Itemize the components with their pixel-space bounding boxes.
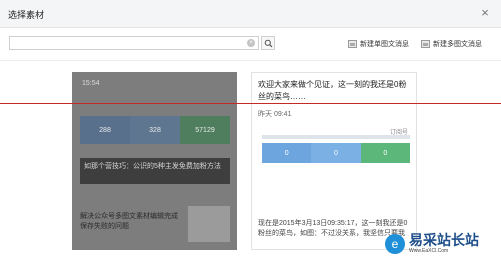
card-headline: 欢迎大家来做个见证，这一刻的我还是0粉丝的菜鸟…… [258,80,407,101]
card-time: 昨天 09:41 [258,111,292,118]
new-multi-article-label: 新建多图文消息 [433,41,482,48]
site-watermark: e 易采站长站 Www.EaXCl.Com [385,230,497,258]
card-caption: 如那个营技巧：公识的5种主发免费加粉方法 [80,158,230,184]
dialog-titlebar: 选择素材 × [0,0,501,28]
image-text-icon [421,40,430,48]
search-icon [264,39,273,48]
watermark-main: 易采站长站 [409,232,479,248]
material-card-single[interactable]: 欢迎大家来做个见证，这一刻的我还是0粉丝的菜鸟…… 昨天 09:41 订阅号 0… [251,72,417,250]
red-guide-line [0,103,501,104]
cover-stat: 288 [80,116,130,144]
stat-cell: 0 [262,143,312,163]
card-image-strip [262,135,410,139]
toolbar: × 新建单图文消息 新建多图文消息 [0,29,501,61]
image-text-icon [348,40,357,48]
cover-stat: 328 [130,116,180,144]
card-time: 15:54 [82,80,100,87]
card-sub-article-title: 解决公众号多图文素材编辑完成保存失败的问题 [80,213,178,230]
clear-icon[interactable]: × [247,39,255,47]
new-single-article-button[interactable]: 新建单图文消息 [348,38,409,50]
site-logo-icon: e [385,234,405,254]
new-single-article-label: 新建单图文消息 [360,41,409,48]
sub-article-thumbnail [188,206,230,242]
search-box: × [9,36,259,50]
card-stats-image: 0 0 0 [262,143,410,163]
card-cover-image: 288 328 57129 [80,116,230,144]
cover-stat: 57129 [180,116,230,144]
dialog-title: 选择素材 [8,10,45,20]
watermark-sub: Www.EaXCl.Com [409,248,449,254]
stat-cell: 0 [360,143,410,163]
search-button[interactable] [261,36,275,50]
stat-cell: 0 [311,143,361,163]
search-input[interactable] [10,37,242,49]
material-card-multi[interactable]: 15:54 288 328 57129 如那个营技巧：公识的5种主发免费加粉方法… [72,72,237,250]
watermark-text: 易采站长站 Www.EaXCl.Com [409,233,479,255]
new-multi-article-button[interactable]: 新建多图文消息 [421,38,482,50]
close-icon[interactable]: × [478,6,492,20]
